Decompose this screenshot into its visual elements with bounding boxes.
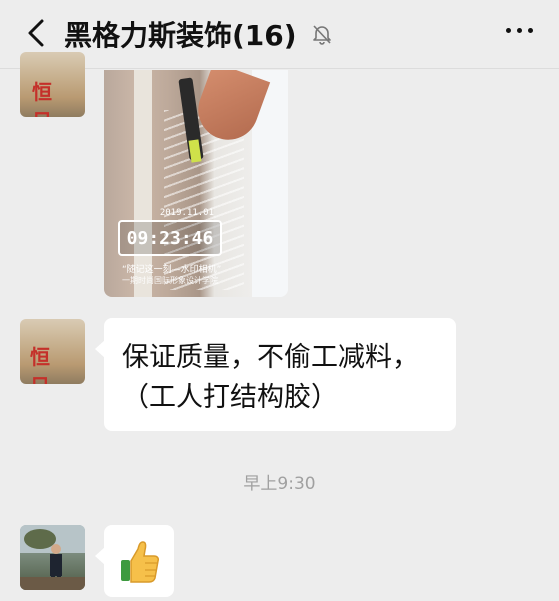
photo-watermark-sub: 一期时尚国际形象设计学院 bbox=[122, 276, 218, 285]
message-line: （工人打结构胶） bbox=[122, 382, 338, 413]
bell-off-icon bbox=[312, 25, 331, 45]
emoji-message-bubble[interactable] bbox=[95, 525, 174, 597]
photo-watermark: “随记这一刻—水印相机” bbox=[122, 265, 222, 275]
person-figure bbox=[20, 525, 85, 590]
photo-date: 2019.11.01 bbox=[159, 208, 214, 218]
text-message-bubble[interactable]: 保证质量，不偷工减料， （工人打结构胶） bbox=[95, 318, 456, 431]
chat-timestamp: 早上9:30 bbox=[243, 474, 316, 494]
chevron-left-icon[interactable] bbox=[20, 16, 54, 50]
photo-time-stamp: 2019.11.01 09:23:46 bbox=[118, 208, 222, 256]
message-line: 保证质量，不偷工减料， bbox=[122, 342, 419, 373]
chat-title: 黑格力斯装饰(16) bbox=[64, 19, 297, 52]
avatar[interactable]: 恒 日 bbox=[20, 52, 85, 117]
photo-time: 09:23:46 bbox=[126, 227, 214, 249]
image-message[interactable]: 2019.11.01 09:23:46 “随记这一刻—水印相机” 一期时尚国际形… bbox=[104, 70, 288, 297]
more-dots-icon[interactable] bbox=[506, 28, 533, 33]
thumbs-up-icon bbox=[121, 541, 159, 583]
avatar[interactable]: 恒 日 bbox=[20, 319, 85, 384]
avatar[interactable] bbox=[20, 525, 85, 590]
chat-title-group: 黑格力斯装饰(16) bbox=[64, 14, 333, 54]
